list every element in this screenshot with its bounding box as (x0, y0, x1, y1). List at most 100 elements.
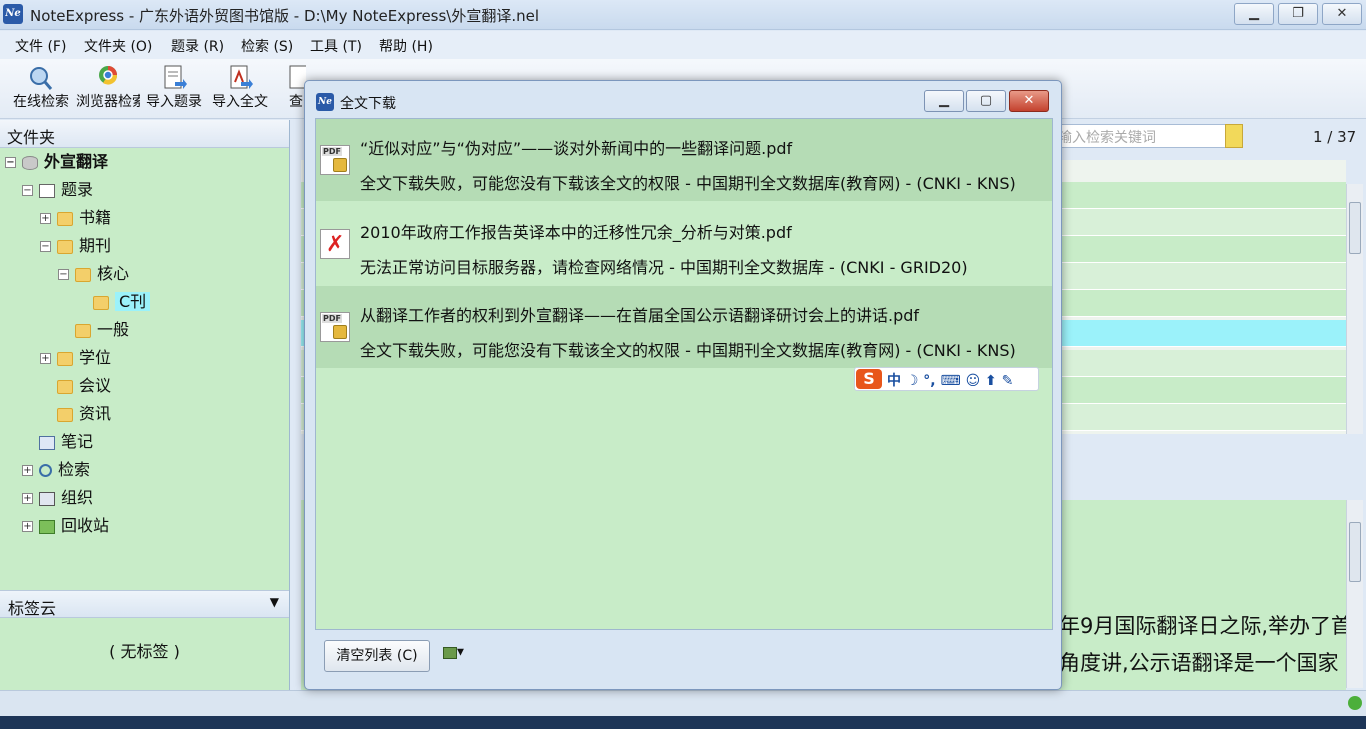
download-file-name: 2010年政府工作报告英译本中的迁移性冗余_分析与对策.pdf (360, 223, 792, 242)
download-file-name: 从翻译工作者的权利到外宣翻译——在首届全国公示语翻译研讨会上的讲话.pdf (360, 306, 920, 325)
menu-bar: 文件 (F) 文件夹 (O) 题录 (R) 检索 (S) 工具 (T) 帮助 (… (0, 31, 1366, 59)
tree-item-database[interactable]: − 外宣翻译 (5, 149, 108, 175)
download-failed-icon: ✗ (320, 229, 350, 259)
download-status: 无法正常访问目标服务器，请检查网络情况 - 中国期刊全文数据库 - (CNKI … (360, 258, 968, 277)
tree-item-degree[interactable]: + 学位 (40, 345, 111, 371)
folder-tree: − 外宣翻译 − 题录 + 书籍 − 期刊 − 核心 C刊 一般 + 学位 会议 资讯 笔记 (0, 148, 289, 610)
download-list: PDF “近似对应”与“伪对应”——谈对外新闻中的一些翻译问题.pdf 全文下载… (315, 118, 1053, 630)
tree-item-news[interactable]: 资讯 (57, 401, 111, 427)
ime-toolbar[interactable]: S 中 ☽ °, ⌨ ☺ ⬆ ✎ (854, 367, 1039, 391)
expand-icon[interactable]: + (40, 213, 51, 224)
preview-text-line: 年9月国际翻译日之际,举办了首 (1059, 614, 1353, 638)
menu-file[interactable]: 文件 (F) (15, 36, 66, 56)
tree-item-general[interactable]: 一般 (75, 317, 129, 343)
folder-icon (57, 407, 73, 422)
maximize-button[interactable]: ❐ (1278, 3, 1318, 25)
collapse-icon[interactable]: − (58, 269, 69, 280)
tag-cloud-empty: ( 无标签 ) (109, 642, 180, 661)
tree-item-recycle-bin[interactable]: + 回收站 (22, 513, 109, 539)
menu-tools[interactable]: 工具 (T) (310, 36, 362, 56)
scrollbar-thumb[interactable] (1349, 202, 1361, 254)
folder-icon (57, 351, 73, 366)
recycle-bin-icon (39, 519, 55, 534)
import-records-button[interactable]: 导入题录 (142, 61, 206, 117)
import-fulltext-icon (230, 65, 253, 89)
preview-text-line: 角度讲,公示语翻译是一个国家 (1059, 651, 1339, 675)
title-bar: Ne NoteExpress - 广东外语外贸图书馆版 - D:\My Note… (0, 0, 1366, 30)
tree-item-journals[interactable]: − 期刊 (40, 233, 111, 259)
tree-item-core[interactable]: − 核心 (58, 261, 129, 287)
folder-icon (93, 295, 109, 310)
list-item[interactable]: ✗ 2010年政府工作报告英译本中的迁移性冗余_分析与对策.pdf 无法正常访问… (316, 203, 1052, 285)
menu-records[interactable]: 题录 (R) (171, 36, 224, 56)
expand-icon[interactable]: + (22, 521, 33, 532)
browser-search-button[interactable]: 浏览器检索 (76, 61, 140, 117)
dialog-minimize-button[interactable]: ▁ (924, 90, 964, 112)
folder-panel-header: 文件夹 (0, 120, 289, 148)
download-status: 全文下载失败，可能您没有下载该全文的权限 - 中国期刊全文数据库(教育网) - … (360, 174, 1016, 193)
status-bar (0, 690, 1366, 716)
ime-status[interactable]: 中 ☽ °, ⌨ ☺ ⬆ ✎ (887, 370, 1013, 390)
online-search-icon (30, 67, 53, 90)
collapse-icon[interactable]: − (40, 241, 51, 252)
options-icon (443, 646, 457, 659)
find-button[interactable]: 查 (286, 61, 306, 117)
list-item[interactable]: PDF 从翻译工作者的权利到外宣翻译——在首届全国公示语翻译研讨会上的讲话.pd… (316, 286, 1052, 368)
organize-icon (39, 491, 55, 506)
expand-icon[interactable]: + (22, 465, 33, 476)
import-records-icon (164, 65, 187, 89)
folder-icon (57, 239, 73, 254)
dialog-maximize-button[interactable]: ▢ (966, 90, 1006, 112)
scrollbar-thumb[interactable] (1349, 522, 1361, 582)
os-taskbar (0, 716, 1366, 729)
tree-item-search[interactable]: + 检索 (22, 457, 90, 483)
clear-list-button[interactable]: 清空列表 (C) (324, 640, 430, 672)
chevron-down-icon: ▼ (457, 647, 464, 658)
notes-icon (39, 435, 55, 450)
tree-item-organize[interactable]: + 组织 (22, 485, 93, 511)
tree-item-c-journals[interactable]: C刊 (93, 289, 151, 315)
folder-icon (75, 267, 91, 282)
online-search-button[interactable]: 在线检索 (8, 61, 74, 117)
pdf-locked-icon: PDF (320, 145, 350, 175)
download-file-name: “近似对应”与“伪对应”——谈对外新闻中的一些翻译问题.pdf (360, 139, 793, 158)
download-status: 全文下载失败，可能您没有下载该全文的权限 - 中国期刊全文数据库(教育网) - … (360, 341, 1016, 360)
menu-folder[interactable]: 文件夹 (O) (84, 36, 152, 56)
chevron-down-icon[interactable]: ▼ (270, 595, 279, 609)
expand-icon[interactable]: + (40, 353, 51, 364)
app-logo-icon: Ne (316, 93, 334, 111)
search-input[interactable]: 输入检索关键词 (1051, 124, 1227, 148)
collapse-icon[interactable]: − (5, 157, 16, 168)
window-title: NoteExpress - 广东外语外贸图书馆版 - D:\My NoteExp… (30, 7, 540, 25)
browser-search-icon (99, 66, 118, 85)
fulltext-download-dialog: Ne 全文下载 ▁ ▢ ✕ PDF “近似对应”与“伪对应”——谈对外新闻中的一… (304, 80, 1062, 690)
pdf-locked-icon: PDF (320, 312, 350, 342)
options-button[interactable]: ▼ (443, 645, 473, 667)
app-logo-icon: Ne (3, 4, 23, 24)
folder-icon (57, 211, 73, 226)
menu-search[interactable]: 检索 (S) (241, 36, 293, 56)
import-fulltext-button[interactable]: 导入全文 (208, 61, 272, 117)
tree-item-conference[interactable]: 会议 (57, 373, 111, 399)
menu-help[interactable]: 帮助 (H) (379, 36, 433, 56)
close-button[interactable]: ✕ (1322, 3, 1362, 25)
status-ok-icon (1348, 696, 1362, 710)
list-scrollbar[interactable] (1346, 184, 1363, 434)
dialog-title-bar: Ne 全文下载 ▁ ▢ ✕ (305, 81, 1061, 115)
preview-scrollbar[interactable] (1346, 500, 1363, 688)
ime-logo-icon: S (856, 369, 882, 389)
dialog-close-button[interactable]: ✕ (1009, 90, 1049, 112)
folder-panel: 文件夹 − 外宣翻译 − 题录 + 书籍 − 期刊 − 核心 C刊 一般 + 学位 会议 资… (0, 120, 290, 690)
tree-item-records[interactable]: − 题录 (22, 177, 93, 203)
dialog-footer: 清空列表 (C) ▼ (315, 633, 1053, 681)
list-item[interactable]: PDF “近似对应”与“伪对应”——谈对外新闻中的一些翻译问题.pdf 全文下载… (316, 119, 1052, 201)
tree-item-books[interactable]: + 书籍 (40, 205, 111, 231)
search-dropdown-button[interactable] (1225, 124, 1243, 148)
tree-item-notes[interactable]: 笔记 (39, 429, 93, 455)
collapse-icon[interactable]: − (22, 185, 33, 196)
records-icon (39, 183, 55, 198)
folder-icon (75, 323, 91, 338)
minimize-button[interactable]: ▁ (1234, 3, 1274, 25)
tag-cloud-header[interactable]: 标签云 ▼ (0, 590, 289, 618)
expand-icon[interactable]: + (22, 493, 33, 504)
